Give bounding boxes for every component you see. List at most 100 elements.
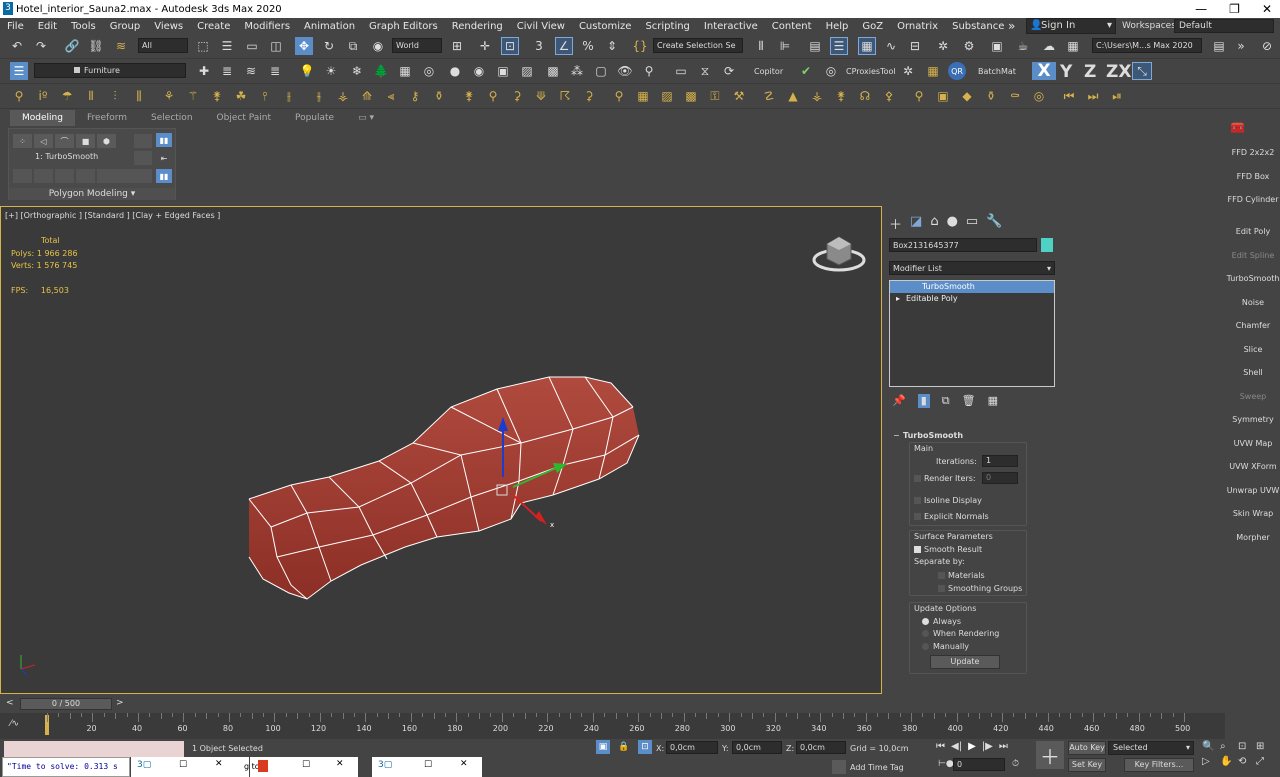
- materials-checkbox[interactable]: Materials: [938, 571, 985, 580]
- modify-tab-icon[interactable]: ◪: [910, 214, 922, 233]
- plugin-tool-icon[interactable]: ⟱: [532, 87, 550, 105]
- go-to-start-icon[interactable]: ⏮: [936, 741, 945, 752]
- next-frame-icon[interactable]: |▶: [982, 741, 993, 752]
- rect-selection-icon[interactable]: ▭: [243, 37, 261, 55]
- nodes-icon[interactable]: ⁂: [568, 62, 586, 80]
- z-axis-button[interactable]: Z: [1084, 62, 1096, 82]
- zoom-extents-all-icon[interactable]: ⊞: [1256, 741, 1274, 752]
- menu-help[interactable]: Help: [819, 21, 856, 32]
- ribbon-side-button-3[interactable]: [134, 169, 152, 183]
- modifier-button-edit-poly[interactable]: Edit Poly: [1226, 227, 1280, 236]
- menu-group[interactable]: Group: [103, 21, 147, 32]
- menu-goz[interactable]: GoZ: [855, 21, 890, 32]
- film-icon[interactable]: ⧖: [696, 62, 714, 80]
- object-color-swatch[interactable]: [1041, 238, 1053, 252]
- viewport-orthographic[interactable]: [+] [Orthographic ] [Standard ] [Clay + …: [0, 206, 882, 694]
- explicit-normals-checkbox[interactable]: Explicit Normals: [914, 512, 989, 521]
- ribbon-side-button-1[interactable]: [134, 134, 152, 148]
- time-prev-icon[interactable]: <: [6, 698, 18, 710]
- pin-stack-icon[interactable]: 📌: [892, 394, 906, 408]
- set-key-button[interactable]: Set Key: [1068, 758, 1106, 772]
- go-to-end-icon[interactable]: ⏭: [999, 741, 1008, 752]
- curve-editor-icon[interactable]: ∿: [882, 37, 900, 55]
- schematic-view-icon[interactable]: ⊟: [906, 37, 924, 55]
- edge-mode-icon[interactable]: ◁: [34, 134, 53, 148]
- project-folder-icon[interactable]: ▤: [1210, 37, 1228, 55]
- field-of-view-icon[interactable]: ▷: [1202, 756, 1220, 767]
- object-name-field[interactable]: Box2131645377: [889, 238, 1037, 252]
- select-by-name-icon[interactable]: ☰: [218, 37, 236, 55]
- plugin-tool-icon[interactable]: ☡: [760, 87, 778, 105]
- monitor-icon[interactable]: ▭: [672, 62, 690, 80]
- isoline-display-checkbox[interactable]: Isoline Display: [914, 496, 982, 505]
- plugin-tool-icon[interactable]: ⚲: [910, 87, 928, 105]
- menu-more-icon[interactable]: »: [1008, 19, 1015, 33]
- auto-key-button[interactable]: Auto Key: [1068, 741, 1106, 755]
- close-button[interactable]: ✕: [1262, 0, 1272, 18]
- set-key-icon[interactable]: ＋: [1036, 741, 1064, 769]
- plugin-tool-icon[interactable]: ⚚: [184, 87, 202, 105]
- plugin-tool-icon[interactable]: ⚲: [10, 87, 28, 105]
- rendered-frame-icon[interactable]: ▣: [988, 37, 1006, 55]
- place-icon[interactable]: ◉: [369, 37, 387, 55]
- plugin-tool-icon[interactable]: ▨: [658, 87, 676, 105]
- forest-icon[interactable]: 🌲: [372, 62, 390, 80]
- track-bar[interactable]: ⁄∿ 20 40 60 80 100 120 140 160 180 200 220 240 260 28…: [0, 713, 1225, 739]
- previous-frame-icon[interactable]: ◀|: [951, 741, 962, 752]
- qr-icon[interactable]: QR: [948, 62, 966, 80]
- close-icon[interactable]: ✕: [215, 759, 223, 769]
- plugin-tool-icon[interactable]: ⟰: [358, 87, 376, 105]
- cproxies-icon[interactable]: ◎: [822, 62, 840, 80]
- scene-explorer-icon[interactable]: ▤: [806, 37, 824, 55]
- plugin-tool-icon[interactable]: ⚲: [610, 87, 628, 105]
- plugin-tool-icon[interactable]: ⚲: [484, 87, 502, 105]
- selection-lock-icon[interactable]: 🔒: [617, 740, 631, 754]
- smooth-result-checkbox[interactable]: Smooth Result: [914, 545, 982, 554]
- stack-show-icon[interactable]: [55, 169, 74, 183]
- plugin-tool-icon[interactable]: ⫴: [82, 87, 100, 105]
- selection-set-dropdown[interactable]: Create Selection Se: [653, 38, 743, 53]
- taskbar-item-3[interactable]: 3▢ ☐ ✕: [372, 757, 482, 777]
- taskbar-item-2[interactable]: g to ☐ ✕: [244, 757, 358, 777]
- minimize-button[interactable]: —: [1195, 0, 1207, 18]
- settings-gear-icon[interactable]: ✲: [899, 62, 917, 80]
- select-manipulate-icon[interactable]: ✛: [476, 37, 494, 55]
- configure-sets-icon[interactable]: ▦: [988, 394, 998, 408]
- plugin-tool-icon[interactable]: ▩: [682, 87, 700, 105]
- toolbar-more-icon[interactable]: »: [1232, 37, 1250, 55]
- plugin-tool-icon[interactable]: ⚱: [982, 87, 1000, 105]
- close-icon[interactable]: ✕: [460, 759, 468, 769]
- time-config-icon[interactable]: ⏱: [1012, 759, 1019, 769]
- modifier-button-noise[interactable]: Noise: [1226, 298, 1280, 307]
- polygon-modeling-dropdown[interactable]: Polygon Modeling ▾: [9, 188, 175, 200]
- modifier-button-uvw-map[interactable]: UVW Map: [1226, 439, 1280, 448]
- ribbon-toggle-icon[interactable]: ▦: [858, 37, 876, 55]
- workspaces-dropdown[interactable]: Default: [1174, 19, 1274, 33]
- when-rendering-radio[interactable]: When Rendering: [922, 629, 999, 638]
- render-icon[interactable]: ☕: [1014, 37, 1032, 55]
- plugin-tool-icon[interactable]: ⚶: [808, 87, 826, 105]
- menu-scripting[interactable]: Scripting: [638, 21, 696, 32]
- render-cloud-icon[interactable]: ☁: [1040, 37, 1058, 55]
- smoothing-groups-checkbox[interactable]: Smoothing Groups: [938, 584, 1022, 593]
- project-path-field[interactable]: C:\Users\M...s Max 2020: [1092, 38, 1202, 53]
- scale-icon[interactable]: ⧉: [344, 37, 362, 55]
- ribbon-options-icon[interactable]: ▭ ▾: [346, 110, 386, 126]
- menu-ornatrix[interactable]: Ornatrix: [890, 21, 945, 32]
- rotate-icon[interactable]: ↻: [320, 37, 338, 55]
- maximize-button[interactable]: ❐: [1229, 0, 1240, 18]
- menu-rendering[interactable]: Rendering: [445, 21, 510, 32]
- ribbon-side-button-2[interactable]: [134, 151, 152, 165]
- menu-content[interactable]: Content: [765, 21, 819, 32]
- rollout-collapse-icon[interactable]: −: [893, 431, 900, 440]
- mirror-icon[interactable]: ⫴: [752, 37, 770, 55]
- plugin-tool-icon[interactable]: ⚶: [334, 87, 352, 105]
- plugin-tool-icon[interactable]: ⚒: [730, 87, 748, 105]
- plugin-tool-icon[interactable]: ⏭: [1084, 87, 1102, 105]
- keyboard-shortcut-icon[interactable]: ⊡: [501, 37, 519, 55]
- select-object-icon[interactable]: ⬚: [194, 37, 212, 55]
- stack-unique-icon[interactable]: [76, 169, 95, 183]
- plugin-tool-icon[interactable]: ◎: [1030, 87, 1048, 105]
- menu-create[interactable]: Create: [190, 21, 237, 32]
- menu-animation[interactable]: Animation: [297, 21, 362, 32]
